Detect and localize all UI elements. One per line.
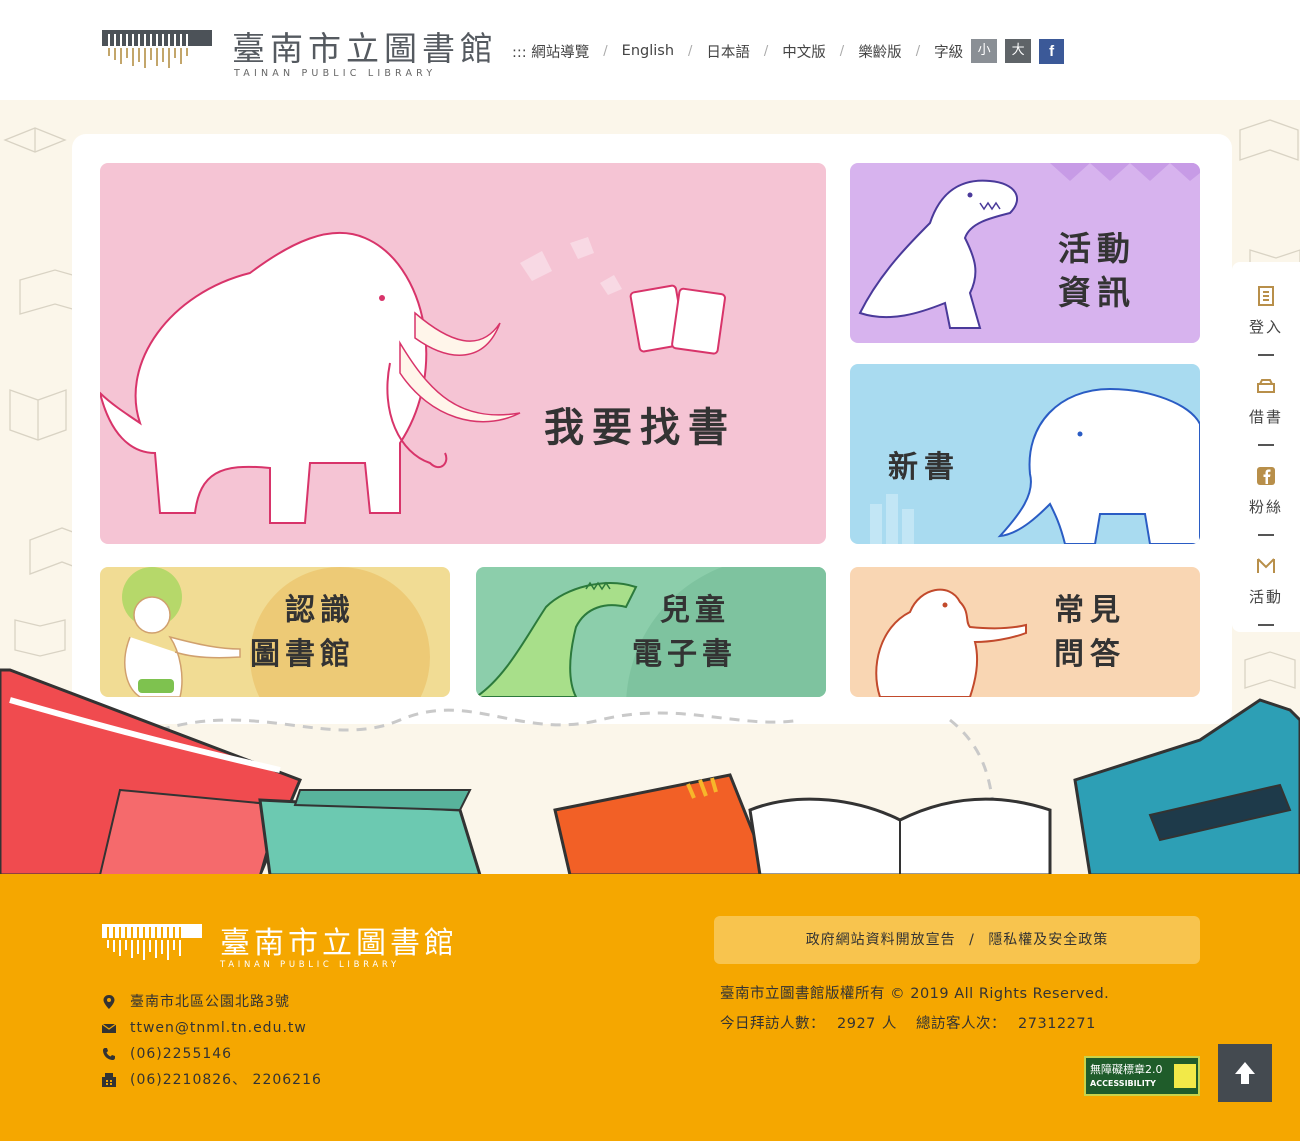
nav-separator: / — [915, 43, 921, 59]
events-label: 活動 資訊 — [1058, 227, 1136, 315]
nav-separator: / — [839, 43, 845, 59]
events-label-line2: 資訊 — [1058, 273, 1136, 312]
borrow-icon — [1257, 379, 1275, 393]
today-visitors-count: 2927 — [837, 1016, 876, 1032]
badge-grid-icon — [1174, 1064, 1196, 1088]
footer-email[interactable]: ttwen@tnml.tn.edu.tw — [130, 1020, 307, 1036]
today-visitors-label: 今日拜訪人數： — [720, 1016, 825, 1032]
footer-address-row: 臺南市北區公園北路3號 — [102, 992, 322, 1018]
footer-visitor-stats: 今日拜訪人數： 2927 人 總訪客人次： 27312271 — [720, 1012, 1102, 1033]
events-tile[interactable]: 活動 資訊 — [850, 163, 1200, 343]
mammoth-illustration — [100, 231, 726, 524]
back-to-top-button[interactable] — [1218, 1044, 1272, 1102]
find-book-label: 我要找書 — [544, 405, 736, 451]
footer-link-separator: / — [969, 932, 975, 948]
privacy-policy-link[interactable]: 隱私權及安全政策 — [988, 932, 1108, 948]
footer-fax: (06)2210826、 2206216 — [130, 1072, 322, 1088]
sidenav-divider — [1258, 354, 1274, 356]
main-panel: 我要找書 活動 資訊 新書 認識 圖書館 兒童 電子書 常見 問答 — [72, 134, 1232, 724]
footer-logo-mark-icon — [102, 924, 202, 960]
nav-separator: / — [603, 43, 608, 59]
kids-label-line1: 兒童 — [660, 593, 730, 628]
nav-japanese-link[interactable]: 日本語 — [706, 41, 750, 62]
nav-separator: / — [688, 43, 693, 59]
nav-sitemap-link[interactable]: ::: 網站導覽 — [512, 41, 589, 62]
total-visitors-label: 總訪客人次： — [916, 1016, 1007, 1032]
map-pin-icon — [103, 995, 115, 1009]
about-label-line1: 認識 — [285, 593, 355, 628]
side-navigation: 登入 借書 粉絲 活動 — [1232, 262, 1300, 632]
fax-icon — [102, 1073, 116, 1087]
sidenav-fans-label: 粉絲 — [1248, 498, 1283, 516]
footer-email-row: ttwen@tnml.tn.edu.tw — [102, 1018, 322, 1044]
font-big-button[interactable]: 大 — [1005, 39, 1032, 63]
footer-logo[interactable]: 臺南市立圖書館 TAINAN PUBLIC LIBRARY — [102, 918, 454, 978]
sidenav-borrow[interactable]: 借書 — [1232, 362, 1300, 450]
sidenav-divider — [1258, 444, 1274, 446]
font-small-button[interactable]: 小 — [971, 39, 998, 63]
footer-logo-english-name: TAINAN PUBLIC LIBRARY — [220, 960, 400, 970]
badge-title: 無障礙標章2.0 — [1090, 1063, 1163, 1076]
logo-chinese-name: 臺南市立圖書館 — [232, 29, 498, 68]
events-label-line1: 活動 — [1058, 229, 1136, 268]
accessibility-badge[interactable]: 無障礙標章2.0 ACCESSIBILITY — [1084, 1056, 1200, 1096]
top-navigation: ::: 網站導覽 / English / 日本語 / 中文版 / 樂齡版 / 字… — [512, 38, 1065, 64]
find-book-tile[interactable]: 我要找書 — [100, 163, 826, 544]
footer-address: 臺南市北區公園北路3號 — [130, 994, 290, 1010]
sidenav-divider — [1258, 534, 1274, 536]
sidenav-activity[interactable]: 活動 — [1232, 542, 1300, 630]
nav-senior-link[interactable]: 樂齡版 — [858, 41, 902, 62]
nav-chinese-link[interactable]: 中文版 — [782, 41, 826, 62]
total-visitors-count: 27312271 — [1018, 1016, 1096, 1032]
site-footer: 臺南市立圖書館 TAINAN PUBLIC LIBRARY 臺南市北區公園北路3… — [0, 874, 1300, 1141]
library-logo-mark-icon — [102, 30, 212, 68]
footer-contacts: 臺南市北區公園北路3號 ttwen@tnml.tn.edu.tw (06)225… — [102, 992, 322, 1096]
sidenav-activity-label: 活動 — [1248, 588, 1283, 606]
open-data-link[interactable]: 政府網站資料開放宣告 — [806, 932, 956, 948]
site-logo[interactable]: 臺南市立圖書館 TAINAN PUBLIC LIBRARY — [102, 20, 493, 82]
sidenav-borrow-label: 借書 — [1248, 408, 1283, 426]
footer-fax-row: (06)2210826、 2206216 — [102, 1070, 322, 1096]
badge-subtitle: ACCESSIBILITY — [1090, 1079, 1156, 1088]
footer-policy-links: 政府網站資料開放宣告 / 隱私權及安全政策 — [714, 916, 1200, 964]
login-icon — [1258, 286, 1274, 306]
books-illustration — [0, 668, 1300, 875]
arrow-up-icon — [1235, 1062, 1255, 1084]
footer-copyright: 臺南市立圖書館版權所有 © 2019 All Rights Reserved. — [720, 986, 1110, 1002]
footer-phone-row: (06)2255146 — [102, 1044, 322, 1070]
site-header: 臺南市立圖書館 TAINAN PUBLIC LIBRARY ::: 網站導覽 /… — [0, 0, 1300, 100]
today-visitors-unit: 人 — [881, 1016, 897, 1032]
dinosaur-illustration — [858, 163, 1200, 329]
sidenav-login-label: 登入 — [1248, 318, 1283, 336]
envelope-icon — [102, 1023, 116, 1033]
footer-phone: (06)2255146 — [130, 1046, 233, 1062]
activity-icon — [1257, 558, 1275, 573]
footer-logo-chinese-name: 臺南市立圖書館 — [220, 926, 458, 961]
font-size-label: 字級 — [934, 44, 964, 61]
logo-english-name: TAINAN PUBLIC LIBRARY — [234, 68, 437, 79]
sidenav-fans[interactable]: 粉絲 — [1232, 452, 1300, 540]
facebook-icon[interactable]: f — [1039, 38, 1065, 64]
nav-separator: / — [763, 43, 769, 59]
phone-icon — [103, 1048, 115, 1060]
sidenav-divider — [1258, 624, 1274, 626]
faq-label-line1: 常見 — [1054, 593, 1126, 628]
nav-english-link[interactable]: English — [622, 43, 674, 59]
new-books-tile[interactable]: 新書 — [850, 364, 1200, 544]
new-books-label: 新書 — [888, 450, 960, 485]
sidenav-login[interactable]: 登入 — [1232, 272, 1300, 360]
facebook-icon — [1257, 467, 1275, 485]
